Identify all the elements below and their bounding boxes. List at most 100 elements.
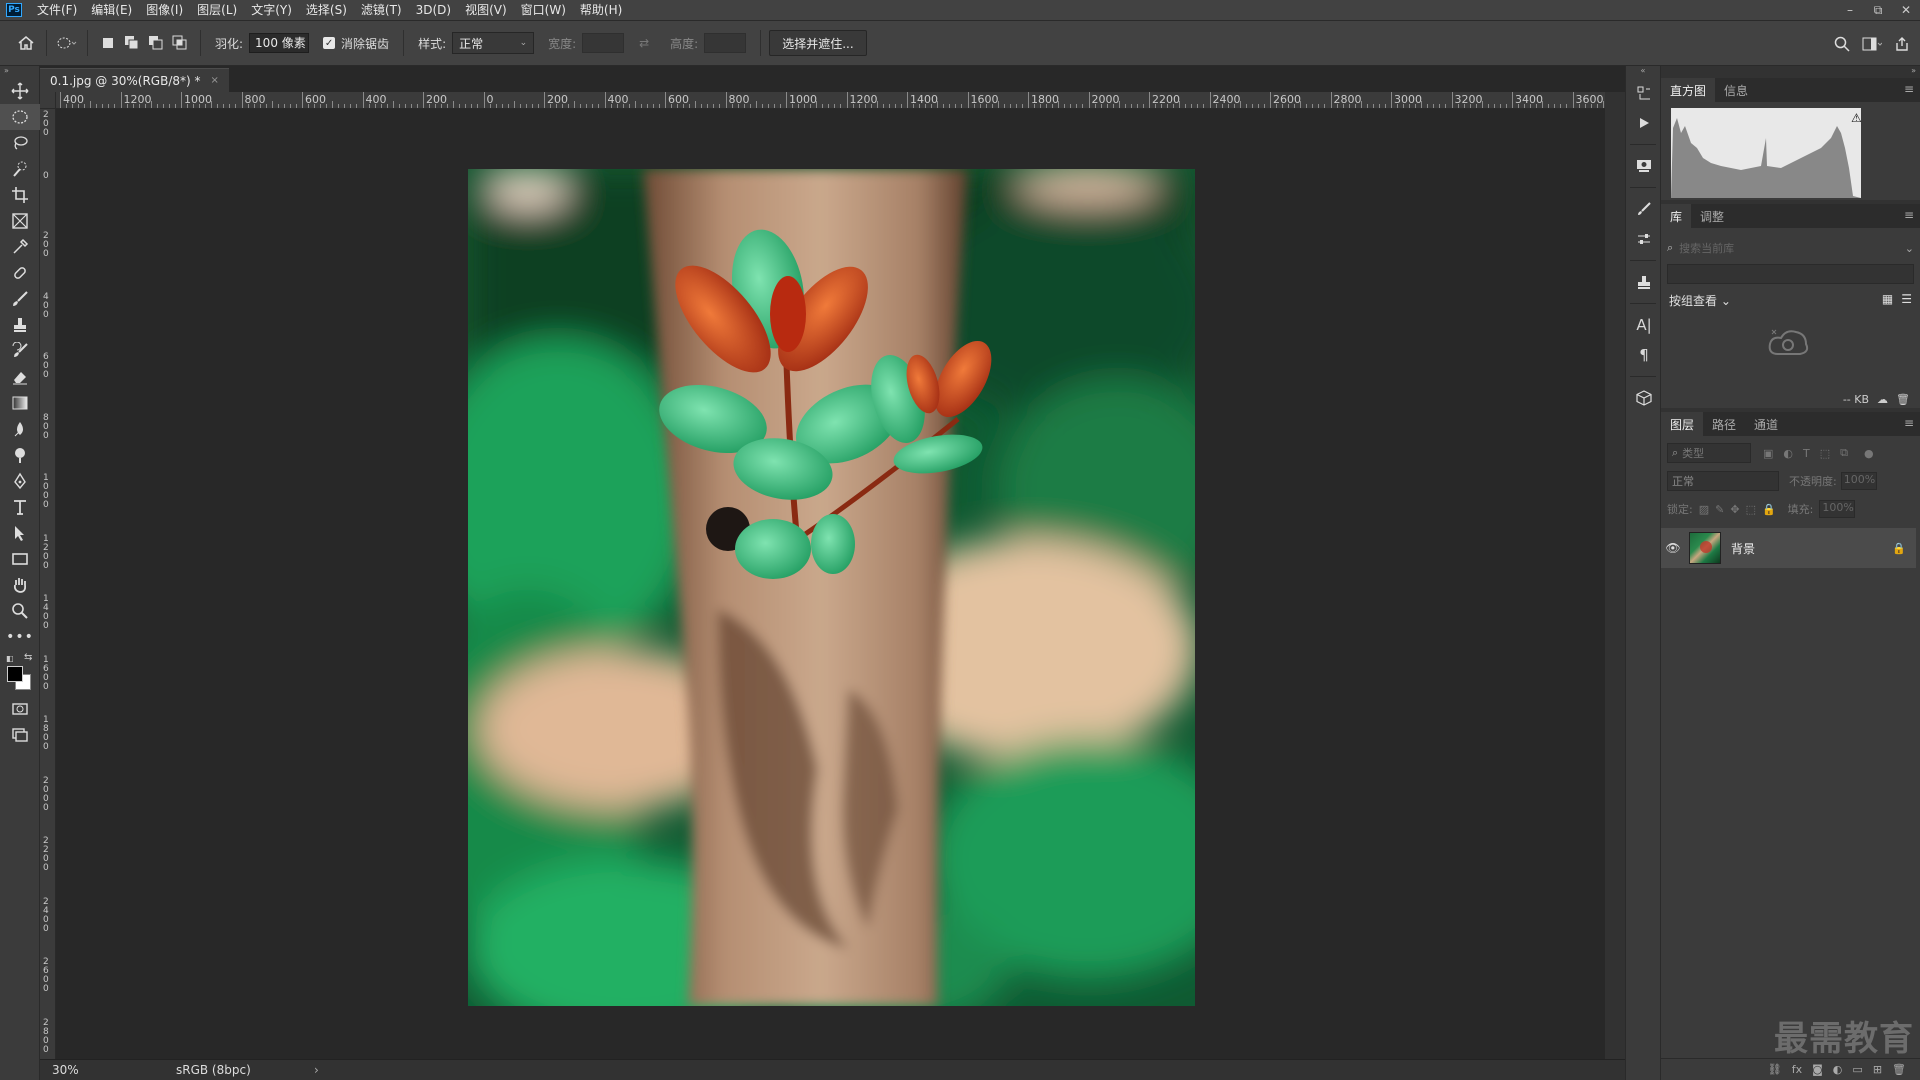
menu-image[interactable]: 图像(I) — [139, 0, 190, 20]
filter-pixel-icon[interactable]: ▣ — [1763, 447, 1773, 460]
view-by-group-dropdown[interactable]: 按组查看 ⌄ — [1669, 292, 1731, 309]
width-input[interactable] — [582, 33, 625, 53]
workspace-icon[interactable] — [1860, 32, 1884, 56]
type-tool-icon[interactable] — [0, 494, 40, 520]
lock-transparent-icon[interactable]: ▨ — [1699, 503, 1709, 516]
canvas-area[interactable] — [56, 109, 1605, 1059]
menu-type[interactable]: 文字(Y) — [244, 0, 299, 20]
trash-icon[interactable]: 🗑 — [1896, 393, 1910, 406]
list-view-icon[interactable]: ☰ — [1901, 292, 1912, 306]
lock-position-icon[interactable]: ✥ — [1730, 503, 1739, 516]
learn-panel-icon[interactable] — [1626, 151, 1662, 181]
tab-info[interactable]: 信息 — [1715, 78, 1757, 102]
layer-lock-icon[interactable]: 🔒 — [1892, 542, 1916, 555]
delete-layer-trash-icon[interactable]: 🗑 — [1892, 1063, 1906, 1076]
blur-tool-icon[interactable] — [0, 416, 40, 442]
blend-mode-select[interactable]: 正常 — [1667, 471, 1779, 491]
elliptical-marquee-tool-icon[interactable] — [0, 104, 40, 130]
tab-adjustments[interactable]: 调整 — [1691, 204, 1733, 228]
history-panel-icon[interactable] — [1626, 78, 1662, 108]
tab-channels[interactable]: 通道 — [1745, 412, 1787, 436]
height-input[interactable] — [704, 33, 747, 53]
zoom-level[interactable]: 30% — [40, 1063, 110, 1077]
collapse-toolbar-icon[interactable]: » — [0, 66, 39, 78]
new-layer-icon[interactable]: ⊞ — [1873, 1063, 1882, 1076]
restore-button[interactable]: ⧉ — [1864, 0, 1892, 20]
select-and-mask-button[interactable]: 选择并遮住... — [769, 30, 867, 56]
move-tool-icon[interactable] — [0, 78, 40, 104]
foreground-color-swatch[interactable] — [7, 666, 23, 682]
home-icon[interactable] — [14, 31, 38, 55]
dodge-tool-icon[interactable] — [0, 442, 40, 468]
status-menu-arrow-icon[interactable]: › — [314, 1063, 319, 1077]
new-selection-icon[interactable] — [96, 31, 120, 55]
document-tab[interactable]: 0.1.jpg @ 30%(RGB/8*) * × — [40, 68, 229, 92]
clone-source-icon[interactable] — [1626, 267, 1662, 297]
brush-settings-icon[interactable] — [1626, 224, 1662, 254]
zoom-tool-icon[interactable] — [0, 598, 40, 624]
character-panel-icon[interactable]: A| — [1626, 310, 1662, 340]
collapse-strip-icon[interactable]: « — [1626, 66, 1660, 78]
lock-all-icon[interactable]: 🔒 — [1762, 503, 1776, 516]
share-icon[interactable] — [1890, 32, 1914, 56]
fill-input[interactable]: 100% — [1819, 500, 1856, 518]
style-select[interactable]: 正常 ⌄ — [452, 32, 535, 54]
menu-edit[interactable]: 编辑(E) — [84, 0, 139, 20]
opacity-input[interactable]: 100% — [1840, 472, 1877, 490]
histogram-warning-icon[interactable]: ⚠ — [1851, 111, 1862, 125]
add-mask-icon[interactable]: ◙ — [1812, 1063, 1823, 1076]
layer-style-fx-icon[interactable]: fx — [1792, 1063, 1802, 1076]
ruler-origin[interactable] — [40, 92, 56, 109]
grid-view-icon[interactable]: ▦ — [1882, 292, 1893, 306]
gradient-tool-icon[interactable] — [0, 390, 40, 416]
screen-mode-icon[interactable] — [0, 722, 40, 748]
panel-menu-icon[interactable]: ≡ — [1904, 208, 1914, 222]
search-icon[interactable] — [1830, 32, 1854, 56]
intersect-selection-icon[interactable] — [168, 31, 192, 55]
new-group-folder-icon[interactable]: ▭ — [1852, 1063, 1862, 1076]
menu-file[interactable]: 文件(F) — [30, 0, 84, 20]
path-selection-tool-icon[interactable] — [0, 520, 40, 546]
filter-shape-icon[interactable]: ⬚ — [1820, 447, 1830, 460]
brush-tool-icon[interactable] — [0, 286, 40, 312]
3d-panel-icon[interactable] — [1626, 383, 1662, 413]
antialias-checkbox[interactable]: ✓ — [323, 37, 336, 49]
lasso-tool-icon[interactable] — [0, 130, 40, 156]
rectangle-tool-icon[interactable] — [0, 546, 40, 572]
quick-mask-icon[interactable] — [0, 696, 40, 722]
tab-histogram[interactable]: 直方图 — [1661, 78, 1716, 102]
more-tools-icon[interactable]: ••• — [0, 624, 40, 650]
library-select[interactable] — [1667, 264, 1914, 284]
healing-brush-tool-icon[interactable] — [0, 260, 40, 286]
menu-layer[interactable]: 图层(L) — [190, 0, 244, 20]
adjustment-layer-icon[interactable]: ◐ — [1833, 1063, 1843, 1076]
filter-toggle-icon[interactable]: ● — [1864, 447, 1874, 460]
layer-row-background[interactable]: 👁 背景 🔒 — [1661, 528, 1916, 568]
filter-smart-object-icon[interactable]: ⧉ — [1840, 446, 1848, 460]
vertical-ruler[interactable]: 200 0 200 400 600 800 1000 1200 1400 1600 1800 2000… — [40, 109, 56, 1059]
feather-input[interactable]: 100 像素 — [249, 33, 310, 53]
panel-menu-icon[interactable]: ≡ — [1904, 416, 1914, 430]
filter-kind-select[interactable]: ⌕ 类型 — [1667, 443, 1751, 463]
menu-select[interactable]: 选择(S) — [299, 0, 354, 20]
frame-tool-icon[interactable] — [0, 208, 40, 234]
visibility-eye-icon[interactable]: 👁 — [1661, 541, 1685, 555]
lock-artboard-icon[interactable]: ⬚ — [1746, 503, 1756, 516]
tab-libraries[interactable]: 库 — [1661, 204, 1692, 228]
crop-tool-icon[interactable] — [0, 182, 40, 208]
brushes-panel-icon[interactable] — [1626, 194, 1662, 224]
panel-menu-icon[interactable]: ≡ — [1904, 82, 1914, 96]
clone-stamp-tool-icon[interactable] — [0, 312, 40, 338]
menu-view[interactable]: 视图(V) — [458, 0, 514, 20]
menu-3d[interactable]: 3D(D) — [409, 0, 458, 20]
tab-paths[interactable]: 路径 — [1703, 412, 1745, 436]
history-brush-tool-icon[interactable] — [0, 338, 40, 364]
menu-window[interactable]: 窗口(W) — [514, 0, 573, 20]
library-search[interactable]: ⌕ 搜索当前库 ⌄ — [1667, 238, 1914, 258]
paragraph-panel-icon[interactable]: ¶ — [1626, 340, 1662, 370]
subtract-from-selection-icon[interactable] — [144, 31, 168, 55]
quick-selection-tool-icon[interactable] — [0, 156, 40, 182]
filter-adjustment-icon[interactable]: ◐ — [1783, 447, 1793, 460]
menu-filter[interactable]: 滤镜(T) — [354, 0, 409, 20]
minimize-button[interactable]: – — [1836, 0, 1864, 20]
